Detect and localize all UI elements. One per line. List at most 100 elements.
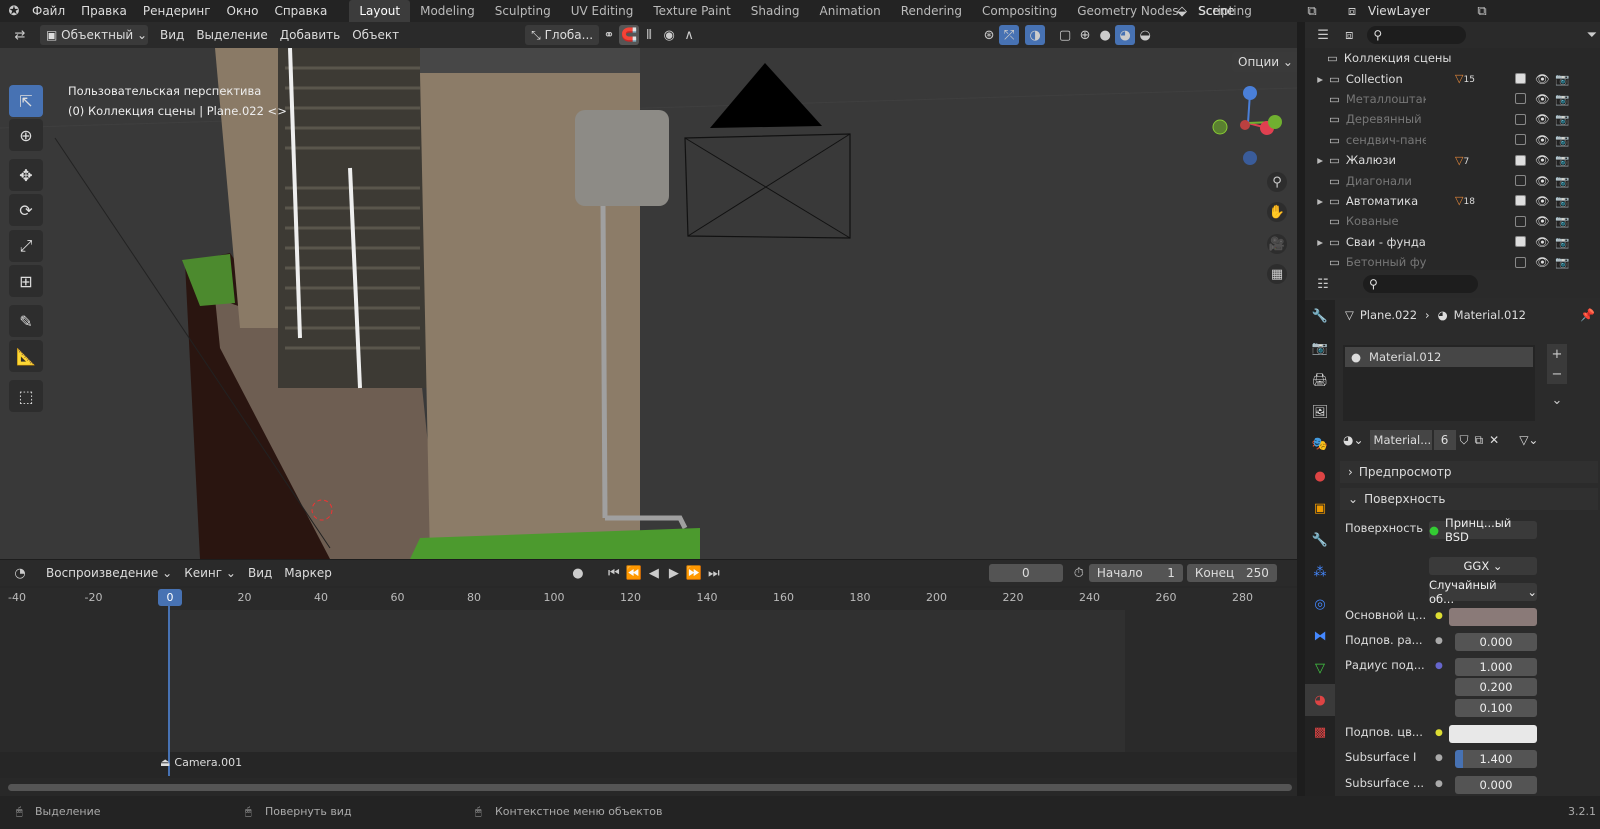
outliner-row[interactable]: ▭ Металлоштакетник 👁 📷 (1305, 89, 1600, 109)
checkbox[interactable] (1515, 154, 1526, 166)
workspace-tab[interactable]: Modeling (410, 0, 485, 22)
material-slot[interactable]: ● Material.012 (1345, 347, 1533, 367)
outliner-row[interactable]: ▭ Кованые 👁 📷 (1305, 211, 1600, 231)
workspace-tab[interactable]: Texture Paint (643, 0, 740, 22)
subsurface-color-swatch[interactable] (1449, 725, 1537, 743)
menu-playback[interactable]: Воспроизведение ⌄ (40, 563, 178, 583)
workspace-tab[interactable]: Shading (741, 0, 810, 22)
record-icon[interactable]: ● (568, 563, 588, 583)
scale-tool[interactable]: ⤢ (9, 230, 43, 262)
slot-menu-icon[interactable]: ⌄ (1547, 390, 1567, 410)
socket-dot-icon[interactable]: ● (1435, 753, 1443, 763)
duplicate-icon[interactable]: ⧉ (1475, 433, 1484, 448)
viewlayer-icon[interactable]: ⧈ (1342, 1, 1362, 21)
gizmo-icon[interactable]: ⤱ (999, 25, 1020, 45)
tab-view-layer[interactable]: 🖼 (1305, 396, 1335, 428)
camera-icon[interactable]: 📷 (1555, 174, 1569, 188)
outliner-row[interactable]: ▸ ▭ Автоматика ▽18 👁 📷 (1305, 191, 1600, 211)
value-field[interactable]: 0.200 (1455, 678, 1537, 696)
workspace-tab[interactable]: Compositing (972, 0, 1067, 22)
checkbox[interactable] (1515, 195, 1526, 207)
workspace-tab[interactable]: Sculpting (485, 0, 561, 22)
camera-view-icon[interactable]: 🎥 (1267, 234, 1287, 254)
tab-scene[interactable]: 🎭 (1305, 428, 1335, 460)
menu-item[interactable]: Файл (24, 4, 73, 18)
outliner-row[interactable]: ▸ ▭ Collection ▽15 👁 📷 (1305, 68, 1600, 88)
shading-wireframe-icon[interactable]: ⊕ (1075, 25, 1095, 45)
menu-item[interactable]: Рендеринг (135, 4, 219, 18)
unlink-icon[interactable]: ✕ (1489, 433, 1499, 447)
overlay-icon[interactable]: ◑ (1025, 25, 1046, 45)
viewlayer-name[interactable]: ViewLayer (1362, 1, 1472, 21)
value-field[interactable]: 0.000 (1455, 776, 1537, 794)
menu-item[interactable]: Правка (73, 4, 135, 18)
checkbox[interactable] (1515, 93, 1526, 105)
value-field[interactable]: 1.400 (1455, 750, 1537, 768)
material-name-field[interactable]: Material... (1369, 430, 1432, 450)
eye-icon[interactable]: 👁 (1535, 235, 1550, 249)
select-tool[interactable]: ⇱ (9, 85, 43, 117)
camera-icon[interactable]: 📷 (1555, 72, 1569, 86)
camera-icon[interactable]: 📷 (1555, 112, 1569, 126)
material-link-icon[interactable]: ▽⌄ (1519, 433, 1538, 447)
snap-icon[interactable]: 🧲 (619, 25, 640, 45)
tab-constraints[interactable]: ⧓ (1305, 620, 1335, 652)
viewlayer-copy-icon[interactable]: ⧉ (1472, 1, 1492, 21)
outliner-root[interactable]: ▭ Коллекция сцены (1305, 48, 1600, 68)
dropdown-field[interactable]: GGX ⌄ (1429, 557, 1537, 575)
checkbox[interactable] (1515, 73, 1526, 85)
eye-icon[interactable]: 👁 (1535, 214, 1550, 228)
menu-add[interactable]: Добавить (274, 25, 346, 45)
tab-object[interactable]: ▣ (1305, 492, 1335, 524)
menu-object[interactable]: Объект (346, 25, 405, 45)
menu-item[interactable]: Окно (219, 4, 267, 18)
tab-data[interactable]: ▽ (1305, 652, 1335, 684)
outliner-row[interactable]: ▭ Диагонали 👁 📷 (1305, 170, 1600, 190)
checkbox[interactable] (1515, 175, 1526, 187)
blender-logo-icon[interactable]: ✪ (4, 1, 24, 21)
scene-name[interactable]: Scene (1192, 1, 1302, 21)
outliner-row[interactable]: ▸ ▭ Сваи - фундамент 👁 📷 (1305, 232, 1600, 252)
add-slot-icon[interactable]: + (1547, 344, 1567, 364)
tab-physics[interactable]: ◎ (1305, 588, 1335, 620)
pan-hand-icon[interactable]: ✋ (1267, 202, 1287, 222)
stopwatch-icon[interactable]: ⏱ (1069, 563, 1089, 583)
editor-type-icon[interactable]: ⇄ (10, 25, 30, 45)
outliner-row[interactable]: ▭ Деревянный 👁 📷 (1305, 109, 1600, 129)
value-field[interactable]: 0.000 (1455, 633, 1537, 651)
camera-icon[interactable]: 📷 (1555, 214, 1569, 228)
checkbox[interactable] (1515, 256, 1526, 268)
camera-icon[interactable]: 📷 (1555, 255, 1569, 269)
tab-material[interactable]: ◕ (1305, 684, 1335, 716)
zoom-icon[interactable]: ⚲ (1267, 172, 1287, 192)
playhead-line[interactable] (168, 596, 170, 776)
checkbox[interactable] (1515, 134, 1526, 146)
chevron-right-icon[interactable]: ▸ (1305, 153, 1329, 167)
workspace-tab[interactable]: Rendering (891, 0, 972, 22)
camera-icon[interactable]: 📷 (1555, 153, 1569, 167)
chevron-right-icon[interactable]: ▸ (1305, 72, 1329, 86)
frame-area[interactable] (0, 610, 1297, 752)
add-cube-tool[interactable]: ⬚ (9, 380, 43, 412)
camera-icon[interactable]: 📷 (1555, 92, 1569, 106)
pin-icon[interactable]: 📌 (1580, 308, 1595, 322)
eye-icon[interactable]: 👁 (1535, 72, 1550, 86)
socket-dot-icon[interactable]: ● (1435, 636, 1443, 646)
eye-icon[interactable]: 👁 (1535, 174, 1550, 188)
display-mode-icon[interactable]: ⧈ (1341, 25, 1357, 45)
scene-icon[interactable]: ⬙ (1172, 1, 1192, 21)
jump-end-icon[interactable]: ⏭ (704, 563, 724, 583)
dropdown-field[interactable]: Случайный об... ⌄ (1429, 578, 1537, 606)
socket-dot-icon[interactable]: ● (1435, 611, 1443, 621)
pivot-icon[interactable]: ⚭ (599, 25, 619, 45)
tab-tool[interactable]: 🔧 (1305, 300, 1335, 332)
workspace-tab[interactable]: Layout (349, 0, 411, 22)
eye-icon[interactable]: 👁 (1535, 92, 1550, 106)
surface-panel[interactable]: ⌄ Поверхность (1340, 488, 1598, 510)
tab-render[interactable]: 📷 (1305, 332, 1335, 364)
next-keyframe-icon[interactable]: ⏩ (684, 563, 704, 583)
workspace-tab[interactable]: Geometry Nodes (1067, 0, 1188, 22)
playhead[interactable]: 0 (158, 589, 182, 606)
timeline-scrollbar[interactable] (8, 784, 1292, 791)
shading-material-icon[interactable]: ◕ (1115, 25, 1136, 45)
